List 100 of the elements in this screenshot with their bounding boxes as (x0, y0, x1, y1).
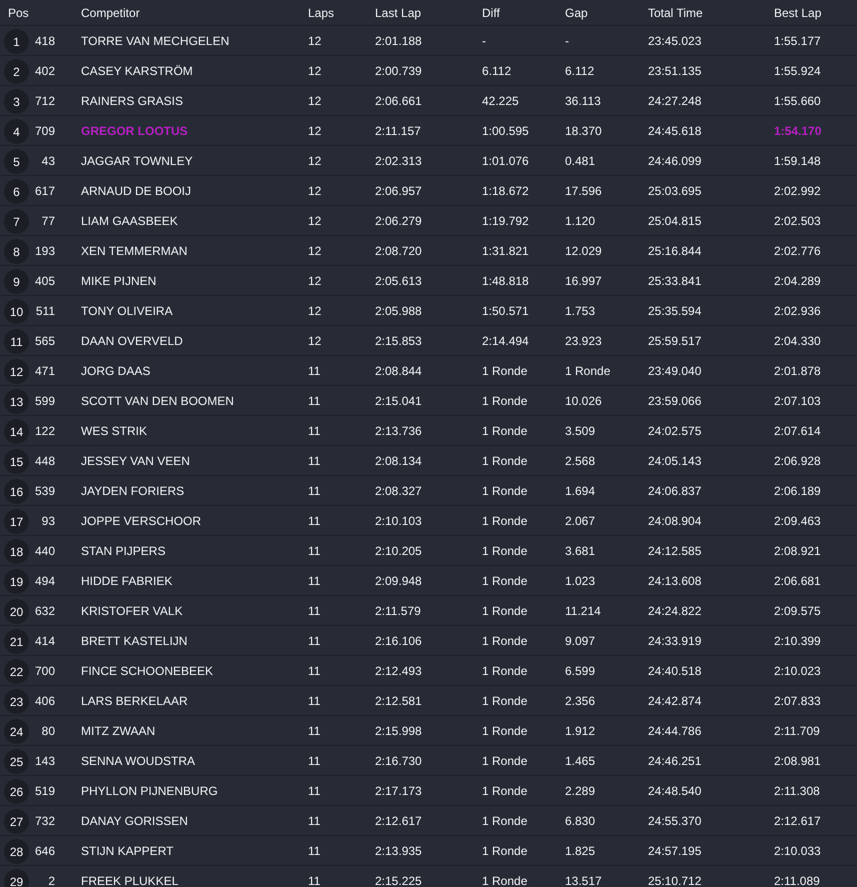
competitor-number: 43 (42, 154, 55, 168)
competitor-number: 418 (34, 34, 55, 48)
table-cell-text: 1 Ronde (482, 364, 528, 378)
table-cell-text: 2:02.992 (774, 184, 822, 198)
table-cell-text: 11 (308, 664, 322, 678)
table-cell-text: 24:57.195 (648, 844, 702, 858)
table-cell-text: 2:01.878 (774, 364, 822, 378)
table-cell-text: 2:13.935 (375, 844, 423, 858)
competitor-number: 402 (34, 64, 55, 78)
table-cell-text: 2:12.581 (375, 694, 423, 708)
table-cell-text: 24:33.919 (648, 634, 702, 648)
table-cell-text: 1:55.177 (774, 34, 822, 48)
position-badge: 15 (4, 449, 29, 474)
table-cell-text: 1 Ronde (482, 394, 528, 408)
competitor-number: 539 (34, 484, 55, 498)
competitor-number: 646 (34, 844, 55, 858)
table-cell-text: 1.694 (565, 484, 596, 498)
competitor-number: 440 (34, 544, 55, 558)
table-cell-text: 2:13.736 (375, 424, 423, 438)
table-cell-text: 1:55.924 (774, 64, 822, 78)
table-cell-text: 2:06.928 (774, 454, 822, 468)
competitor-number: 494 (34, 574, 55, 588)
column-header: Total Time (648, 6, 704, 20)
table-cell-text: 2:16.106 (375, 634, 423, 648)
table-cell-text: 2:09.463 (774, 514, 822, 528)
competitor-name: JESSEY VAN VEEN (80, 454, 191, 468)
position-badge: 19 (4, 569, 29, 594)
competitor-number: 80 (42, 724, 55, 738)
table-cell-text: 11 (308, 634, 322, 648)
competitor-name: XEN TEMMERMAN (80, 244, 188, 258)
table-cell-text: 12.029 (565, 244, 603, 258)
position-badge: 9 (4, 269, 29, 294)
table-cell-text: 0.481 (565, 154, 596, 168)
table-cell-text: 2:06.661 (375, 94, 423, 108)
competitor-number: 448 (34, 454, 55, 468)
table-cell-text: 17.596 (565, 184, 603, 198)
table-cell-text: 16.997 (565, 274, 603, 288)
table-cell-text: 11 (308, 604, 322, 618)
table-cell-text: 2.067 (565, 514, 596, 528)
table-cell-text: 36.113 (565, 94, 602, 108)
table-cell-text: 2:02.936 (774, 304, 822, 318)
table-cell-text: 25:59.517 (648, 334, 702, 348)
table-cell-text: 12 (308, 304, 322, 318)
table-cell-text: 2:08.981 (774, 754, 822, 768)
table-cell-text: 1.465 (565, 754, 596, 768)
competitor-name: CASEY KARSTRÖM (80, 64, 194, 78)
competitor-name: FREEK PLUKKEL (80, 874, 180, 887)
position-badge: 22 (4, 659, 29, 684)
table-cell-text: 11 (308, 364, 322, 378)
table-cell-text: 2:08.720 (375, 244, 423, 258)
table-cell-text: 2:05.988 (375, 304, 423, 318)
table-cell-text: 11 (308, 874, 322, 887)
table-cell-text: 11 (308, 754, 322, 768)
position-badge: 2 (4, 59, 29, 84)
table-cell-text: 2:10.399 (774, 634, 822, 648)
competitor-name: STIJN KAPPERT (80, 844, 174, 858)
position-badge: 13 (4, 389, 29, 414)
table-cell-text: 24:06.837 (648, 484, 702, 498)
table-cell-text: 1:19.792 (482, 214, 530, 228)
competitor-number: 77 (42, 214, 55, 228)
table-cell-text: - (482, 34, 487, 48)
table-cell-text: 2:06.189 (774, 484, 822, 498)
table-cell-text: 6.599 (565, 664, 596, 678)
table-cell-text: 2.568 (565, 454, 596, 468)
table-cell-text: 1.120 (565, 214, 596, 228)
position-badge: 11 (4, 329, 29, 354)
table-cell-text: 12 (308, 184, 322, 198)
table-cell-text: 2:11.089 (774, 874, 821, 887)
table-cell-text: 1 Ronde (482, 574, 528, 588)
table-cell-text: 24:44.786 (648, 724, 702, 738)
competitor-name: JAGGAR TOWNLEY (80, 154, 194, 168)
table-cell-text: 2:12.617 (774, 814, 822, 828)
table-cell-text: 13.517 (565, 874, 603, 887)
table-cell-text: 1.023 (565, 574, 596, 588)
table-cell-text: 24:12.585 (648, 544, 702, 558)
competitor-number: 122 (34, 424, 55, 438)
competitor-number: 709 (34, 124, 55, 138)
table-cell-text: 1.825 (565, 844, 596, 858)
competitor-name: GREGOR LOOTUS (80, 124, 189, 138)
table-cell-text: 2:06.681 (774, 574, 822, 588)
position-badge: 14 (4, 419, 29, 444)
table-cell-text: 2:15.041 (375, 394, 423, 408)
competitor-name: DANAY GORISSEN (80, 814, 189, 828)
position-badge: 3 (4, 89, 29, 114)
table-cell-text: 11 (308, 544, 322, 558)
table-cell-text: 24:46.099 (648, 154, 702, 168)
table-cell-text: 11 (308, 424, 322, 438)
position-badge: 25 (4, 749, 29, 774)
position-badge: 8 (4, 239, 29, 264)
competitor-number: 193 (34, 244, 55, 258)
table-cell-text: 23:45.023 (648, 34, 702, 48)
competitor-number: 471 (34, 364, 55, 378)
table-cell-text: 23:51.135 (648, 64, 702, 78)
column-header: Competitor (80, 6, 141, 20)
table-cell-text: 12 (308, 334, 322, 348)
position-badge: 21 (4, 629, 29, 654)
table-cell-text: 2:08.134 (375, 454, 423, 468)
table-cell-text: 6.830 (565, 814, 596, 828)
table-cell-text: 1 Ronde (482, 664, 528, 678)
table-cell-text: 2:08.327 (375, 484, 423, 498)
